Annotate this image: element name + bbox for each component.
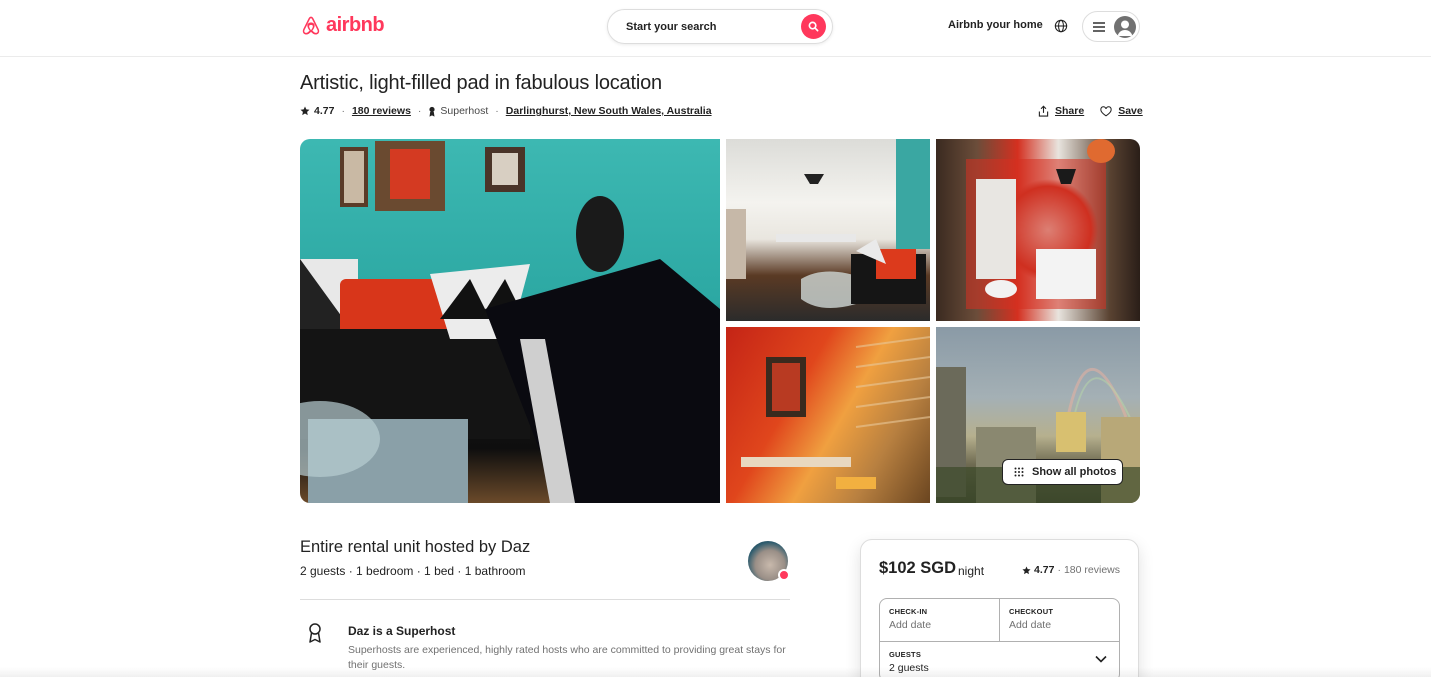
hamburger-icon bbox=[1093, 21, 1105, 32]
user-menu-button[interactable] bbox=[1082, 11, 1140, 42]
nightly-price: $102 SGD bbox=[879, 559, 957, 577]
checkin-field[interactable]: CHECK-IN Add date bbox=[880, 599, 1000, 641]
airbnb-logo-icon bbox=[302, 16, 320, 35]
guests-label: GUESTS bbox=[889, 650, 922, 659]
card-rating: 4.77 · 180 reviews bbox=[1022, 564, 1120, 576]
checkin-label: CHECK-IN bbox=[889, 607, 928, 616]
separator-dot: · bbox=[495, 105, 499, 117]
photo-mirror-reflection[interactable] bbox=[936, 139, 1140, 321]
chevron-down-icon bbox=[1095, 655, 1107, 663]
airbnb-your-home-link[interactable]: Airbnb your home bbox=[948, 19, 1043, 31]
heart-icon bbox=[1100, 105, 1112, 116]
checkout-label: CHECKOUT bbox=[1009, 607, 1054, 616]
superhost-medal-icon bbox=[309, 623, 321, 643]
superhost-badge-icon bbox=[429, 106, 436, 117]
separator-dot: · bbox=[1057, 564, 1061, 576]
globe-icon[interactable] bbox=[1054, 19, 1068, 33]
section-divider bbox=[300, 599, 790, 600]
airbnb-logo-text: airbnb bbox=[326, 14, 385, 36]
card-rating-value: 4.77 bbox=[1034, 564, 1055, 576]
listing-rating: 4.77 bbox=[314, 105, 335, 117]
save-label: Save bbox=[1118, 105, 1143, 117]
superhost-avatar-badge-icon bbox=[778, 569, 790, 581]
checkout-value: Add date bbox=[1009, 619, 1052, 631]
top-header: airbnb Start your search Airbnb your hom… bbox=[0, 0, 1431, 57]
photo-sunlit-corner[interactable] bbox=[726, 327, 930, 503]
show-all-photos-label: Show all photos bbox=[1032, 466, 1117, 478]
star-icon bbox=[1022, 565, 1031, 574]
share-icon bbox=[1038, 105, 1049, 117]
search-icon bbox=[808, 21, 819, 32]
bottom-fade bbox=[0, 667, 1431, 677]
sunlit-corner-photo-art bbox=[741, 336, 930, 489]
date-guest-picker: CHECK-IN Add date CHECKOUT Add date GUES… bbox=[879, 598, 1120, 677]
grid-icon bbox=[1014, 467, 1024, 477]
mirror-photo-art bbox=[966, 139, 1115, 309]
listing-title: Artistic, light-filled pad in fabulous l… bbox=[300, 72, 662, 94]
host-subtitle: 2 guests · 1 bedroom · 1 bed · 1 bathroo… bbox=[300, 564, 526, 578]
location-link[interactable]: Darlinghurst, New South Wales, Australia bbox=[506, 105, 712, 117]
show-all-photos-button[interactable]: Show all photos bbox=[1002, 459, 1123, 485]
separator-dot: · bbox=[417, 105, 422, 117]
share-label: Share bbox=[1055, 105, 1085, 117]
save-button[interactable]: Save bbox=[1100, 105, 1143, 117]
user-avatar-icon bbox=[1114, 15, 1136, 38]
separator-dot: · bbox=[341, 105, 345, 117]
photo-gallery: Show all photos bbox=[300, 139, 1140, 503]
search-bar[interactable]: Start your search bbox=[607, 9, 833, 44]
checkin-value: Add date bbox=[889, 619, 932, 631]
search-button[interactable] bbox=[801, 14, 826, 39]
listing-actions: Share Save bbox=[1038, 105, 1143, 117]
price-unit: night bbox=[958, 564, 985, 578]
photo-dining-area[interactable] bbox=[726, 139, 930, 321]
superhost-label: Superhost bbox=[440, 105, 489, 117]
listing-meta: 4.77 · 180 reviews · Superhost · Darling… bbox=[300, 105, 712, 117]
checkout-field[interactable]: CHECKOUT Add date bbox=[1000, 599, 1121, 641]
photo-main-living-room[interactable] bbox=[300, 139, 720, 503]
card-reviews-link[interactable]: 180 reviews bbox=[1064, 564, 1120, 576]
search-label: Start your search bbox=[626, 20, 717, 33]
booking-card: $102 SGD night 4.77 · 180 reviews CHECK-… bbox=[860, 539, 1139, 677]
reviews-link[interactable]: 180 reviews bbox=[352, 105, 411, 117]
dining-area-photo-art bbox=[726, 139, 930, 308]
host-title: Entire rental unit hosted by Daz bbox=[300, 538, 531, 556]
star-icon bbox=[300, 106, 310, 116]
share-button[interactable]: Share bbox=[1038, 105, 1084, 117]
superhost-title: Daz is a Superhost bbox=[348, 624, 456, 638]
living-room-photo-art bbox=[300, 141, 720, 503]
airbnb-logo[interactable]: airbnb bbox=[300, 13, 385, 38]
